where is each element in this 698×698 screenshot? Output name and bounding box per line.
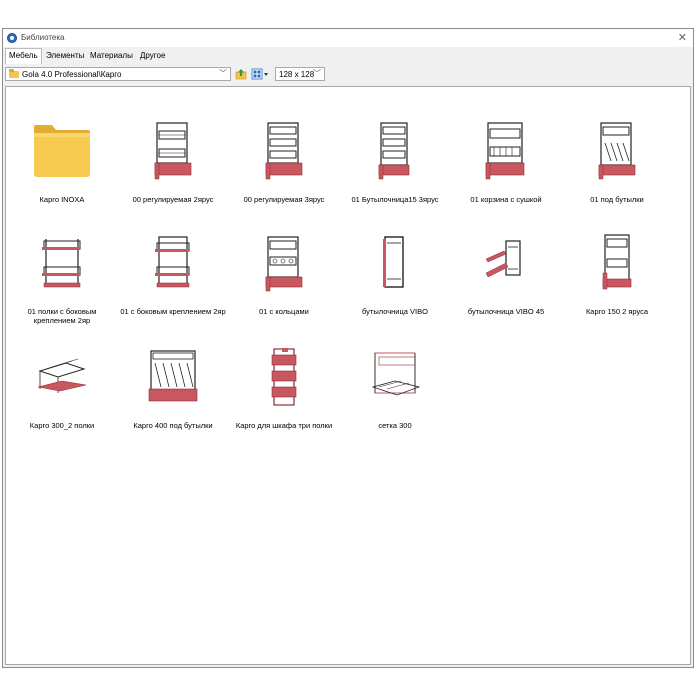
tab-furniture[interactable]: Мебель xyxy=(5,48,42,64)
grid-item-cargo[interactable]: Карго 300_2 полки xyxy=(12,341,112,453)
cargo-basket-icon xyxy=(154,122,192,180)
toolbar: Gola 4.0 Professional\Карго ﹀ 128 x 128 … xyxy=(3,64,693,84)
grid-item-cargo[interactable]: 00 регулируемая 3ярус xyxy=(234,115,334,227)
grid-item-cargo[interactable]: 00 регулируемая 2ярус xyxy=(123,115,223,227)
tab-elements[interactable]: Элементы xyxy=(43,50,87,63)
window-title: Библиотека xyxy=(21,33,65,42)
item-label: 01 полки с боковым креплением 2яр xyxy=(27,307,97,325)
chevron-down-icon[interactable]: ﹀ xyxy=(313,68,321,80)
view-grid-icon xyxy=(251,68,268,80)
grid-item-cargo[interactable]: 01 полки с боковым креплением 2яр xyxy=(12,227,112,339)
grid-item-cargo[interactable]: Карго для шкафа три полки xyxy=(234,341,334,453)
cargo-basket-icon xyxy=(598,122,636,180)
grid-item-folder[interactable]: Карго INOXA xyxy=(12,115,112,227)
item-label: 01 с кольцами xyxy=(259,307,309,316)
path-combobox[interactable]: Gola 4.0 Professional\Карго ﹀ xyxy=(5,67,231,81)
folder-up-button[interactable] xyxy=(235,68,247,80)
item-label: 01 корзина с сушкой xyxy=(470,195,542,204)
item-label: 01 с боковым креплением 2яр xyxy=(120,307,226,316)
title-bar: Библиотека ✕ xyxy=(3,29,693,47)
cargo-basket-icon xyxy=(485,240,521,278)
cargo-basket-icon xyxy=(378,122,410,180)
grid-item-cargo[interactable]: Карго 400 под бутылки xyxy=(123,341,223,453)
grid-item-cargo[interactable]: 01 Бутылочница15 3ярус xyxy=(345,115,445,227)
cargo-basket-icon xyxy=(42,239,81,288)
item-label: 00 регулируемая 2ярус xyxy=(132,195,214,204)
item-label: 01 под бутылки xyxy=(590,195,644,204)
grid-item-cargo[interactable]: 01 с кольцами xyxy=(234,227,334,339)
cargo-basket-icon xyxy=(371,352,421,396)
cargo-basket-icon xyxy=(37,358,87,393)
thumbnail-size-value: 128 x 128 xyxy=(279,70,315,79)
folder-icon xyxy=(9,69,19,78)
grid-item-cargo[interactable]: Карго 150 2 яруса xyxy=(567,227,667,339)
folder-up-icon xyxy=(235,69,247,80)
cargo-basket-icon xyxy=(485,122,525,180)
grid-item-cargo[interactable]: сетка 300 xyxy=(345,341,445,453)
cargo-basket-icon xyxy=(602,234,632,290)
item-label: бутылочница VIBO 45 xyxy=(467,307,545,316)
item-label: 00 регулируемая 3ярус xyxy=(243,195,325,204)
items-grid: Карго INOXA 00 регулируемая 2ярус 00 рег… xyxy=(5,86,691,665)
cargo-basket-icon xyxy=(265,236,303,292)
cargo-basket-icon xyxy=(155,236,190,288)
tab-other[interactable]: Другое xyxy=(137,50,168,63)
cargo-basket-icon xyxy=(148,350,198,402)
grid-item-cargo[interactable]: бутылочница VIBO xyxy=(345,227,445,339)
path-value: Gola 4.0 Professional\Карго xyxy=(22,70,122,79)
item-label: Карго для шкафа три полки xyxy=(235,421,333,430)
cargo-basket-icon xyxy=(383,236,404,288)
cargo-basket-icon xyxy=(265,122,303,180)
view-mode-button[interactable] xyxy=(251,68,269,80)
app-logo-icon xyxy=(7,33,17,43)
item-label: Карго 400 под бутылки xyxy=(133,421,213,430)
item-label: 01 Бутылочница15 3ярус xyxy=(351,195,439,204)
folder-icon xyxy=(34,125,90,177)
close-button[interactable]: ✕ xyxy=(678,31,687,45)
grid-item-cargo[interactable]: 01 корзина с сушкой xyxy=(456,115,556,227)
tab-bar: Мебель Элементы Материалы Другое xyxy=(3,48,693,64)
grid-item-cargo[interactable]: 01 с боковым креплением 2яр xyxy=(120,227,226,339)
item-label: Карго INOXA xyxy=(39,195,85,204)
thumbnail-size-select[interactable]: 128 x 128 ﹀ xyxy=(275,67,325,81)
grid-item-cargo[interactable]: бутылочница VIBO 45 xyxy=(456,227,556,339)
tab-materials[interactable]: Материалы xyxy=(87,50,136,63)
grid-item-cargo[interactable]: 01 под бутылки xyxy=(567,115,667,227)
library-window: Библиотека ✕ Мебель Элементы Материалы Д… xyxy=(2,28,694,668)
chevron-down-icon[interactable]: ﹀ xyxy=(219,68,227,80)
item-label: бутылочница VIBO xyxy=(362,307,428,316)
item-label: Карго 300_2 полки xyxy=(29,421,95,430)
item-label: Карго 150 2 яруса xyxy=(585,307,649,316)
cargo-basket-icon xyxy=(271,348,297,406)
item-label: сетка 300 xyxy=(378,421,412,430)
